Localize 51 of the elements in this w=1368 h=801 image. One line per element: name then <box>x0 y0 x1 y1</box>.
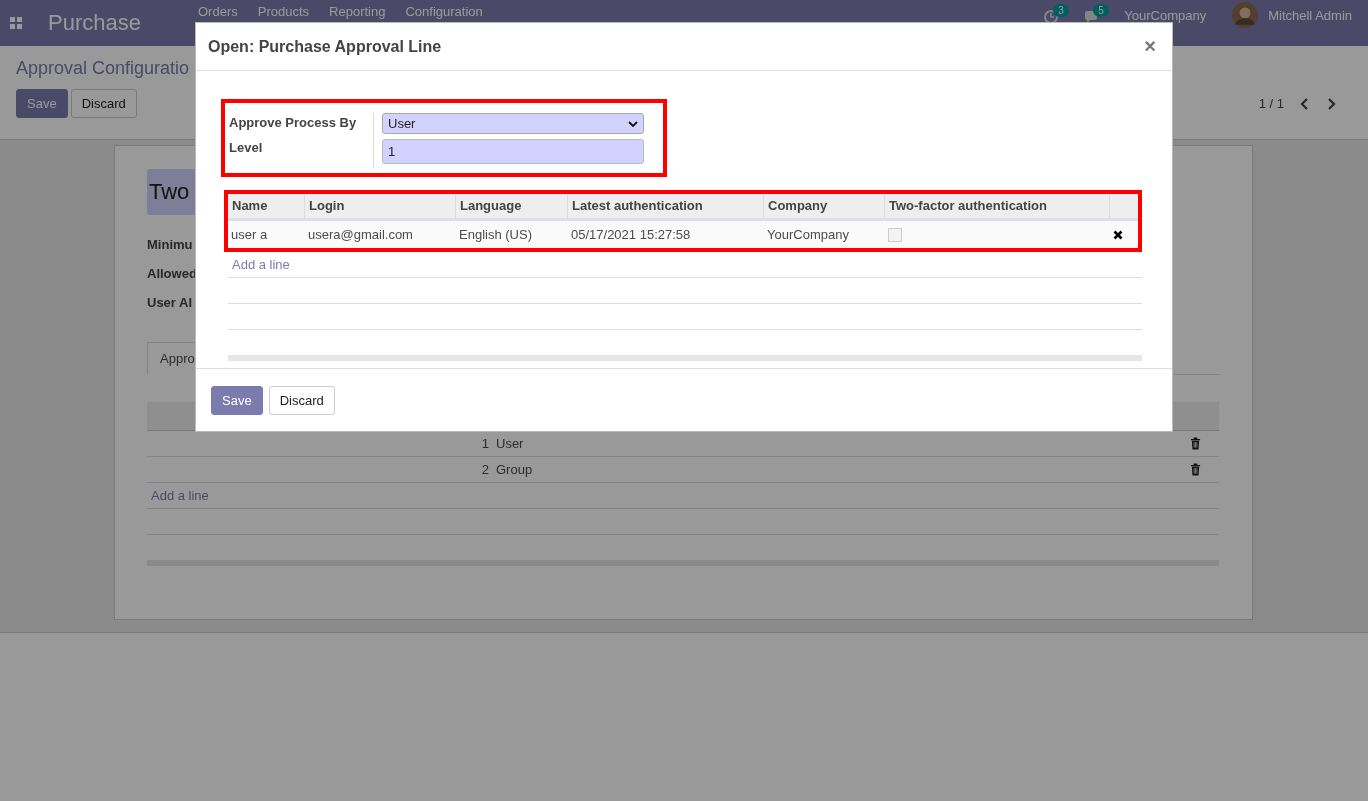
trash-icon[interactable] <box>1190 437 1201 450</box>
discard-button[interactable]: Discard <box>70 89 137 118</box>
column-header[interactable]: Login <box>305 194 456 218</box>
field-label: User Al <box>147 295 193 310</box>
menu-item[interactable]: Orders <box>198 4 238 19</box>
discard-button[interactable]: Discard <box>268 385 335 415</box>
table-cell-text: User <box>496 436 525 451</box>
column-header[interactable]: Latest authentication <box>568 194 764 218</box>
table-cell-text: 05/17/2021 15:27:58 <box>570 227 692 242</box>
table-cell-text: user a <box>230 227 269 242</box>
menu-item[interactable]: Configuration <box>405 4 483 19</box>
apps-grid-icon[interactable] <box>10 17 22 29</box>
message-count: 5 <box>1093 4 1109 17</box>
notification-count: 3 <box>1053 4 1069 17</box>
close-button[interactable]: × <box>1140 35 1160 58</box>
table-cell-text: Group <box>496 462 534 477</box>
company-switcher[interactable]: YourCompany <box>1124 7 1207 23</box>
field-label: Allowed <box>147 266 197 281</box>
checkbox[interactable] <box>888 228 902 243</box>
user-menu[interactable]: Mitchell Admin <box>1268 7 1352 23</box>
column-header[interactable]: Language <box>456 194 568 218</box>
column-header[interactable]: Company <box>764 194 885 218</box>
table-cell-text: usera@gmail.com <box>307 227 414 242</box>
delete-icon[interactable] <box>1113 229 1123 240</box>
table-cell-text: YourCompany <box>766 227 850 242</box>
pager-value: 1 / 1 <box>1258 96 1284 111</box>
table-cell-text: 1 <box>480 436 489 451</box>
save-button[interactable]: Save <box>16 89 68 118</box>
dialog-title: Open: Purchase Approval Line <box>208 37 442 56</box>
menu-item[interactable]: Reporting <box>329 4 386 19</box>
app-name[interactable]: Purchase <box>48 10 198 36</box>
previous-icon[interactable] <box>1300 96 1310 111</box>
trash-icon[interactable] <box>1190 463 1201 476</box>
level-input[interactable]: 1 <box>382 139 644 164</box>
avatar-icon[interactable] <box>1232 2 1259 28</box>
field-label: Level <box>229 140 264 155</box>
add-line-link[interactable]: Add a line <box>147 488 209 503</box>
table-cell-text: English (US) <box>458 227 533 242</box>
field-label: Minimu <box>147 237 193 252</box>
add-line-link[interactable]: Add a line <box>228 257 290 272</box>
process-select[interactable]: User <box>382 113 644 134</box>
menu-item[interactable]: Products <box>257 4 310 19</box>
field-label: Approve Process By <box>229 115 358 130</box>
column-header[interactable]: Name <box>228 194 305 218</box>
caret-icon <box>628 120 638 127</box>
clock-icon[interactable] <box>1044 10 1059 24</box>
save-button[interactable]: Save <box>211 385 263 415</box>
breadcrumb: Approval Configuratio <box>16 58 191 79</box>
column-header[interactable]: Two-factor authentication <box>885 194 1110 218</box>
table-cell-text: 2 <box>480 462 489 477</box>
next-icon[interactable] <box>1326 96 1336 111</box>
